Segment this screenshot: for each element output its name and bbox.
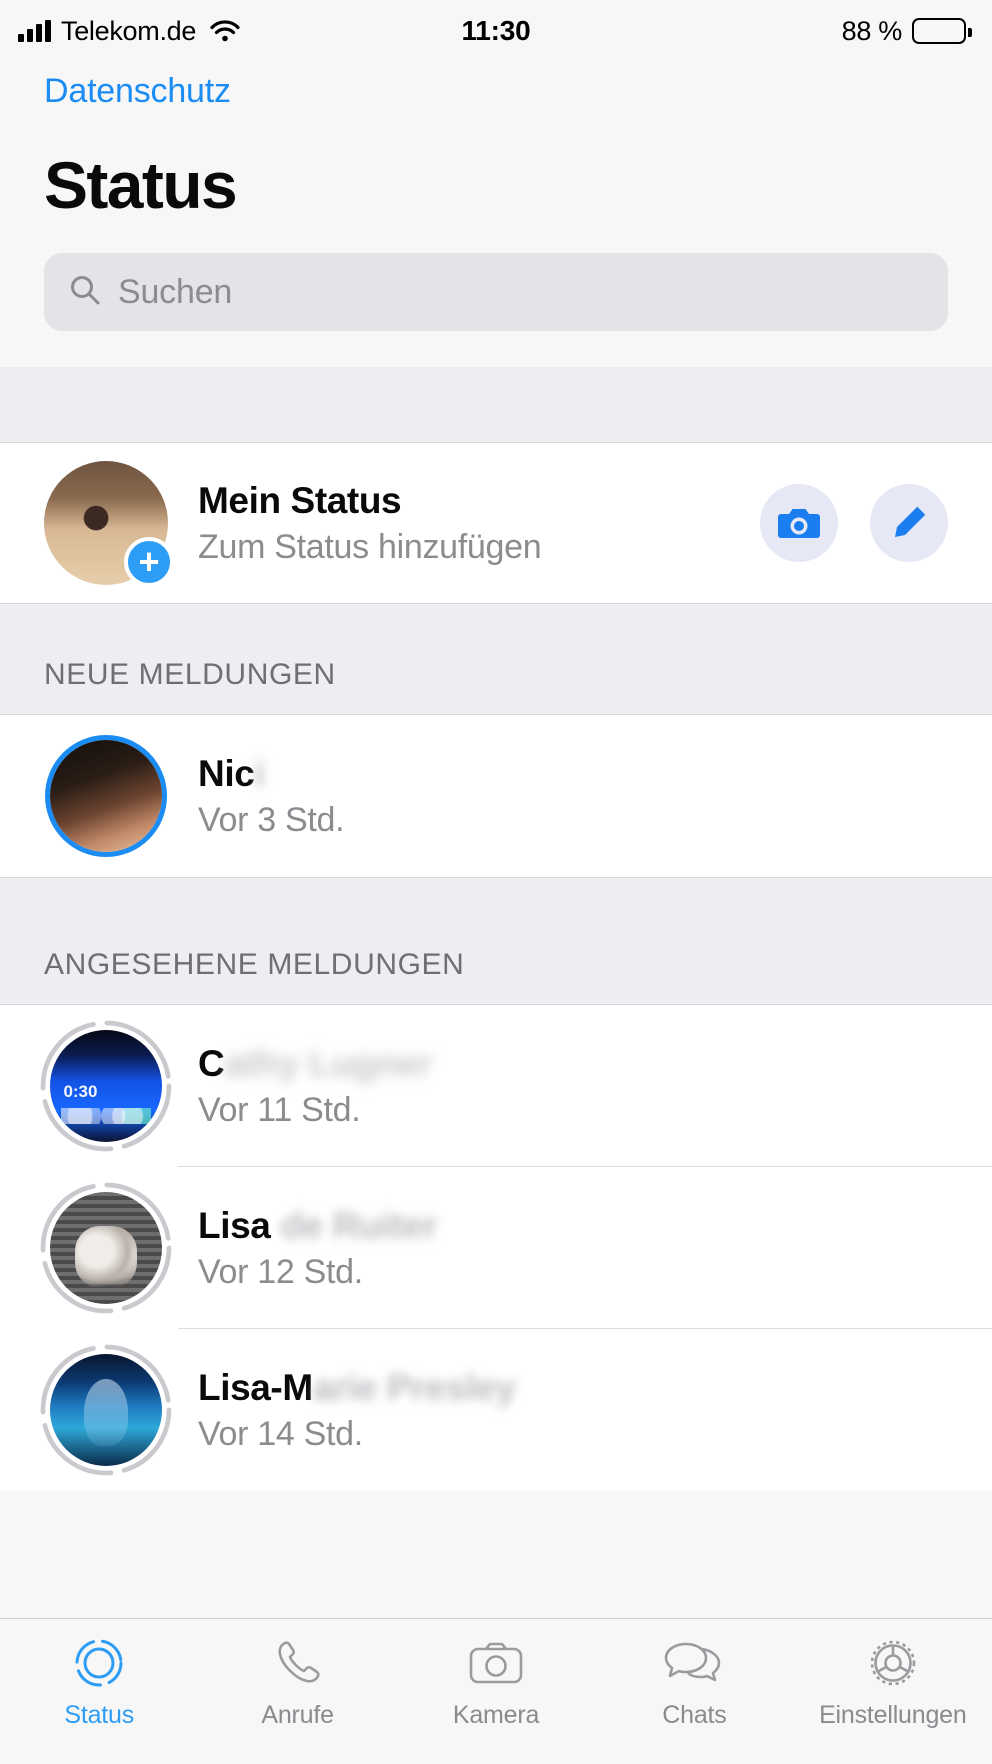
status-name-lisa: Lisa de Ruiter — [198, 1204, 438, 1246]
status-row-lisa-marie[interactable]: Lisa-Marie Presley Vor 14 Std. — [0, 1329, 992, 1491]
status-texts-nici: Nici Vor 3 Std. — [198, 753, 948, 840]
tab-anrufe[interactable]: Anrufe — [198, 1635, 396, 1730]
section-header-angesehene-meldungen: ANGESEHENE MELDUNGEN — [0, 877, 992, 1005]
status-avatar-nici[interactable] — [50, 740, 162, 852]
status-row-lisa[interactable]: Lisa de Ruiter Vor 12 Std. — [0, 1167, 992, 1329]
nav-header: Datenschutz Status — [0, 62, 992, 223]
ios-status-bar: Telekom.de 11:30 88 % — [0, 0, 992, 62]
tab-label: Status — [64, 1701, 135, 1729]
gear-icon — [866, 1635, 920, 1691]
tab-kamera[interactable]: Kamera — [397, 1635, 595, 1730]
camera-button[interactable] — [760, 484, 838, 562]
pencil-icon — [895, 505, 927, 537]
status-avatar-lisa[interactable] — [40, 1182, 172, 1314]
status-name-lisa-marie: Lisa-Marie Presley — [198, 1366, 516, 1408]
back-link-datenschutz[interactable]: Datenschutz — [44, 62, 948, 111]
my-status-texts: Mein Status Zum Status hinzufügen — [198, 480, 730, 567]
status-name-nici: Nici — [198, 752, 265, 794]
status-avatar-lisa-marie[interactable] — [40, 1344, 172, 1476]
tab-chats[interactable]: Chats — [595, 1635, 793, 1730]
search-input[interactable]: Suchen — [44, 253, 948, 331]
status-rings-icon — [72, 1635, 126, 1691]
avatar-timestamp: 0:30 — [63, 1081, 98, 1101]
my-status-actions — [760, 484, 948, 562]
status-texts-lisa: Lisa de Ruiter Vor 12 Std. — [198, 1205, 948, 1292]
search-container: Suchen — [0, 223, 992, 367]
my-status-avatar[interactable]: + — [44, 461, 174, 587]
tab-einstellungen[interactable]: Einstellungen — [794, 1635, 992, 1730]
status-texts-lisa-marie: Lisa-Marie Presley Vor 14 Std. — [198, 1367, 948, 1454]
tab-label: Kamera — [452, 1701, 540, 1729]
status-avatar-cathy[interactable]: 0:30 — [40, 1020, 172, 1152]
my-status-title: Mein Status — [198, 479, 402, 521]
whatsapp-status-screen: Telekom.de 11:30 88 % Datenschutz Status — [0, 0, 992, 1764]
status-time-lisa-marie: Vor 14 Std. — [198, 1414, 363, 1453]
chat-bubbles-icon — [663, 1635, 725, 1691]
bottom-tab-bar: Status Anrufe Kamera Chats Einstellungen — [0, 1618, 992, 1764]
compose-button[interactable] — [870, 484, 948, 562]
my-status-subtitle: Zum Status hinzufügen — [198, 527, 542, 566]
phone-icon — [272, 1635, 324, 1691]
spacer-above-my-status — [0, 367, 992, 443]
search-icon — [68, 273, 102, 312]
status-time-lisa: Vor 12 Std. — [198, 1252, 363, 1291]
status-row-cathy[interactable]: 0:30 Cathy Lugner Vor 11 Std. — [0, 1005, 992, 1167]
status-texts-cathy: Cathy Lugner Vor 11 Std. — [198, 1043, 948, 1130]
my-status-row[interactable]: + Mein Status Zum Status hinzufügen — [0, 443, 992, 603]
section-header-neue-meldungen: NEUE MELDUNGEN — [0, 603, 992, 715]
page-title: Status — [44, 148, 238, 222]
status-time-cathy: Vor 11 Std. — [198, 1090, 361, 1129]
tab-label: Einstellungen — [819, 1701, 967, 1729]
battery-icon — [912, 18, 972, 44]
camera-icon — [778, 509, 820, 538]
camera-outline-icon — [468, 1635, 524, 1691]
status-row-nici[interactable]: Nici Vor 3 Std. — [0, 715, 992, 877]
tab-status[interactable]: Status — [0, 1635, 198, 1730]
tab-label: Anrufe — [261, 1701, 334, 1729]
add-status-badge[interactable]: + — [124, 537, 174, 587]
clock-label: 11:30 — [461, 15, 531, 46]
status-time-nici: Vor 3 Std. — [198, 800, 345, 839]
tab-label: Chats — [662, 1701, 727, 1729]
status-name-cathy: Cathy Lugner — [198, 1042, 432, 1084]
search-placeholder: Suchen — [118, 272, 233, 311]
